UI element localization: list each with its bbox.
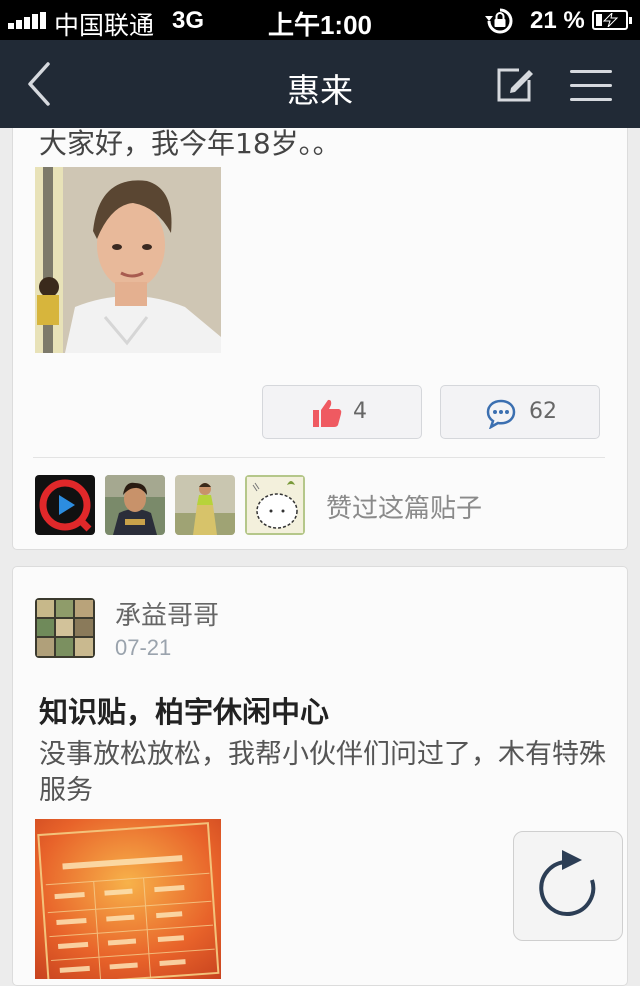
post-card: 大家好，我今年18岁。。 4 62 赞过这篇贴子 [12,100,628,550]
post-date: 07-21 [115,635,172,660]
post-photo[interactable] [35,819,221,979]
battery-percent: 21 % [530,7,585,34]
post-title[interactable]: 知识贴，柏宇休闲中心 [39,689,329,731]
rotation-lock-icon [485,8,513,34]
refresh-button[interactable] [513,831,623,941]
divider [33,457,605,458]
liker-avatar[interactable] [175,475,235,535]
post-text: 大家好，我今年18岁。。 [39,127,341,160]
refresh-icon [539,850,596,916]
like-count: 4 [353,399,367,424]
compose-icon[interactable] [493,64,535,106]
author-avatar[interactable] [35,598,95,658]
charging-bolt-icon [602,13,619,27]
page-title: 惠来 [287,71,353,110]
liker-avatar[interactable] [35,475,95,535]
status-bar: 中国联通 3G 上午1:00 21 % [0,0,640,40]
menu-icon[interactable] [568,66,616,106]
author-name[interactable]: 承益哥哥 [115,595,219,632]
nav-bar: 惠来 [0,40,640,128]
liker-avatar[interactable] [245,475,305,535]
battery-icon [592,10,632,30]
post-body: 没事放松放松，我帮小伙伴们问过了，木有特殊服务 [39,739,606,806]
like-button[interactable]: 4 [262,385,422,439]
thumbs-up-icon [313,399,342,427]
comment-bubble-icon [486,399,516,429]
liked-by-text: 赞过这篇贴子 [326,494,483,524]
post-photo[interactable] [35,167,221,353]
liker-avatar[interactable] [105,475,165,535]
comment-button[interactable]: 62 [440,385,600,439]
comment-count: 62 [529,399,557,424]
